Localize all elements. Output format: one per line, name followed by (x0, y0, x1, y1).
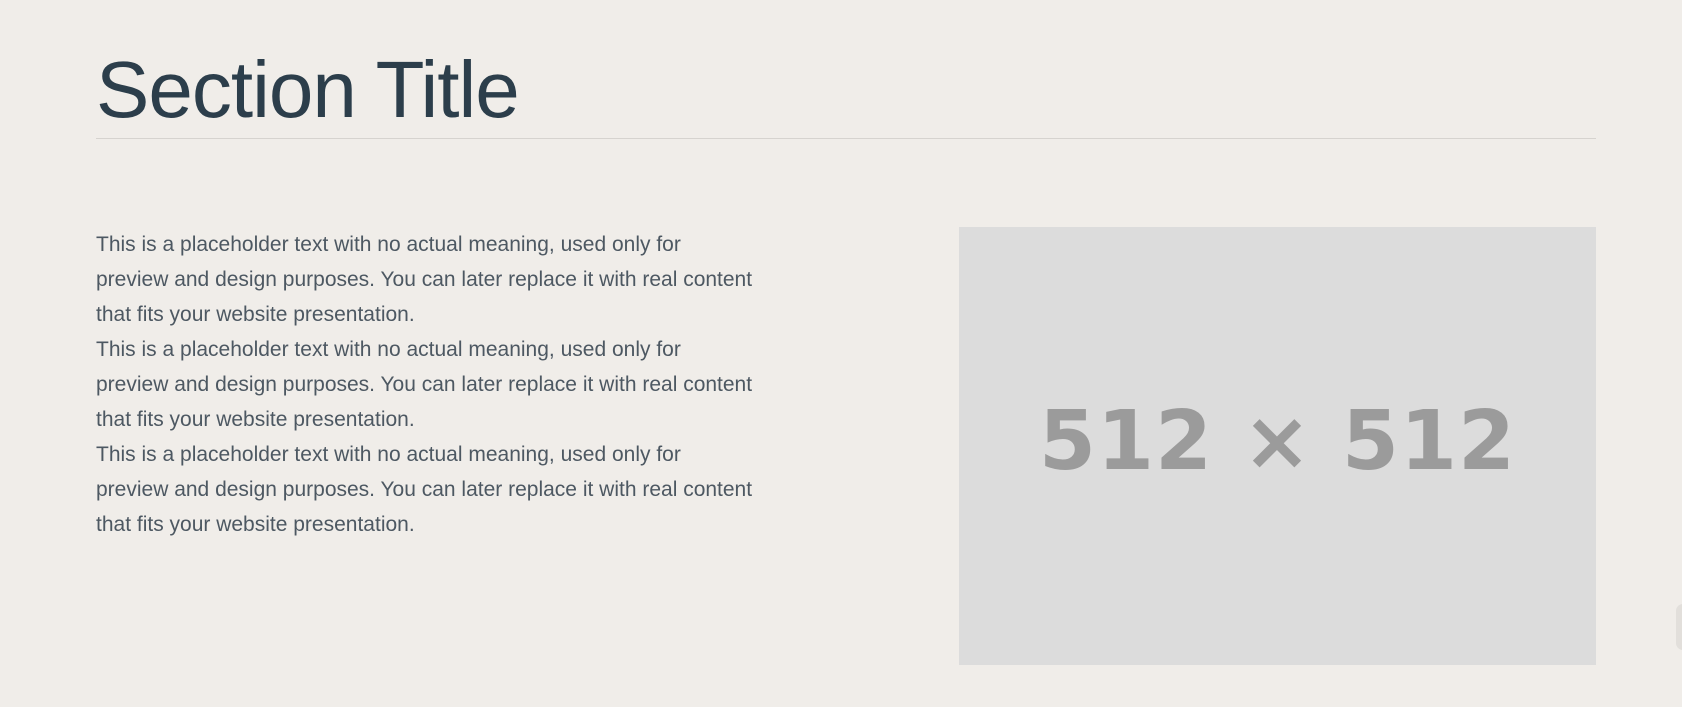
body-paragraph: This is a placeholder text with no actua… (96, 443, 753, 536)
body-paragraph: This is a placeholder text with no actua… (96, 233, 753, 326)
body-paragraph: This is a placeholder text with no actua… (96, 338, 753, 431)
scroll-handle[interactable] (1676, 604, 1682, 650)
title-divider (96, 138, 1596, 139)
section-title: Section Title (96, 45, 520, 134)
content-section: Section Title This is a placeholder text… (96, 0, 1596, 707)
image-placeholder-label: 512 × 512 (1038, 393, 1517, 489)
image-placeholder: 512 × 512 (959, 227, 1596, 665)
text-column: This is a placeholder text with no actua… (96, 227, 756, 542)
